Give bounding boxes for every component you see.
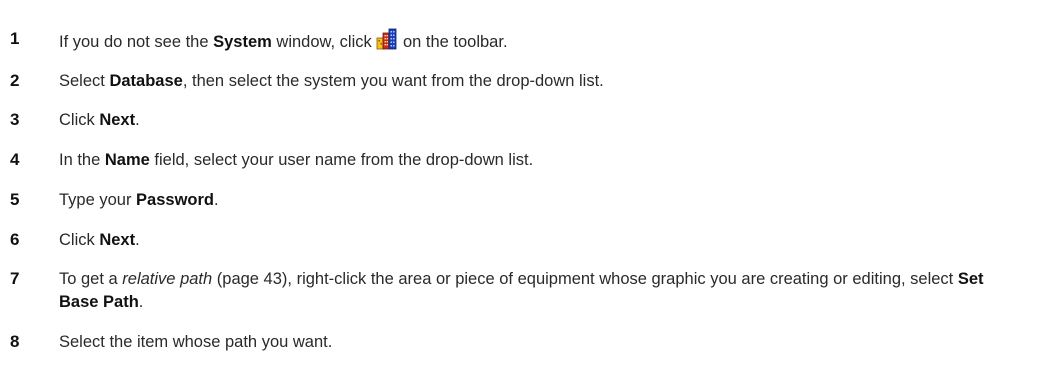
password-term: Password bbox=[136, 191, 214, 209]
step-text-part: Type your bbox=[59, 191, 137, 209]
next-term: Next bbox=[99, 111, 136, 129]
step-text: In the Name field, select your user name… bbox=[59, 149, 1019, 172]
step-text-part: (page 43), right-click the area or piece… bbox=[212, 270, 958, 288]
step-text-part: . bbox=[135, 231, 140, 249]
step-text: Type your Password. bbox=[59, 189, 1019, 212]
step-text-part: Click bbox=[59, 231, 100, 249]
step-number: 3 bbox=[10, 110, 20, 129]
step-text: If you do not see the System window, cli… bbox=[59, 28, 1019, 54]
system-toolbar-icon[interactable] bbox=[376, 28, 398, 50]
step-text: Click Next. bbox=[59, 109, 1019, 132]
step-number: 1 bbox=[10, 29, 20, 48]
step-text-part: To get a bbox=[59, 270, 123, 288]
step-text-part: , then select the system you want from t… bbox=[182, 72, 604, 90]
step-text: Click Next. bbox=[59, 229, 1019, 252]
step-text-part: Select bbox=[59, 72, 110, 90]
step-text: Select Database, then select the system … bbox=[59, 70, 1019, 93]
step-text-part: If you do not see the bbox=[59, 33, 214, 51]
step-text-part: . bbox=[135, 111, 140, 129]
step-text-part: Select the item whose path you want. bbox=[59, 333, 333, 351]
step-number: 8 bbox=[10, 332, 20, 351]
step-text-part: window, click bbox=[271, 33, 377, 51]
step-number: 7 bbox=[10, 269, 20, 288]
instruction-steps: 1 If you do not see the System window, c… bbox=[0, 0, 1037, 376]
step-text: Select the item whose path you want. bbox=[59, 331, 1019, 354]
step-text-part: . bbox=[138, 293, 144, 311]
step-text-part: . bbox=[214, 191, 219, 209]
next-term: Next bbox=[99, 231, 136, 249]
step-text-part: Click bbox=[59, 111, 100, 129]
step-text-part: field, select your user name from the dr… bbox=[149, 151, 534, 169]
step-text-part: on the toolbar. bbox=[398, 33, 508, 51]
name-field-term: Name bbox=[104, 151, 150, 169]
database-term: Database bbox=[109, 72, 183, 90]
relative-path-link[interactable]: relative path bbox=[122, 270, 212, 288]
step-number: 5 bbox=[10, 190, 20, 209]
step-number: 2 bbox=[10, 71, 20, 90]
system-window-term: System bbox=[213, 33, 272, 51]
step-text: To get a relative path (page 43), right-… bbox=[59, 268, 1019, 314]
step-number: 6 bbox=[10, 230, 20, 249]
step-number: 4 bbox=[10, 150, 20, 169]
step-text-part: In the bbox=[59, 151, 105, 169]
building-chart-icon bbox=[376, 28, 397, 50]
